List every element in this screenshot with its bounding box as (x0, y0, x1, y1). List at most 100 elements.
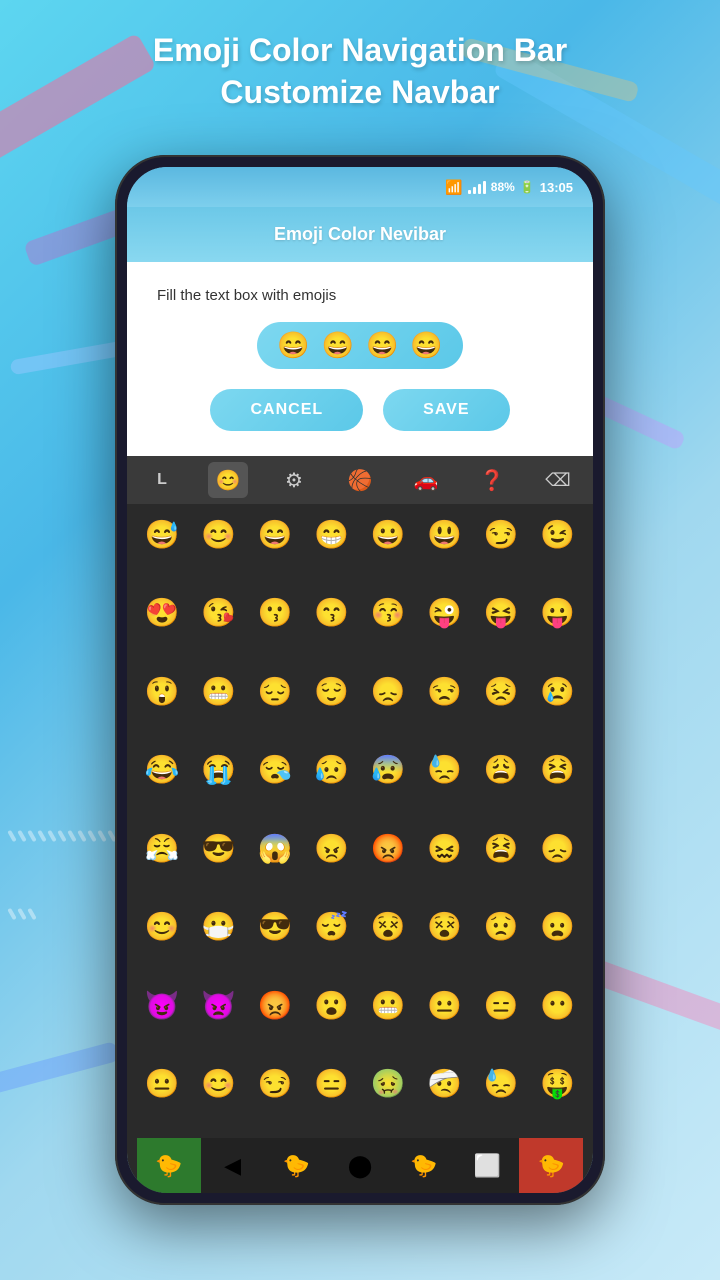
emoji-cell[interactable]: 😟 (474, 901, 529, 953)
emoji-cell[interactable]: 😦 (531, 901, 586, 953)
signal-icon (468, 180, 486, 194)
emoji-cell[interactable]: 😪 (248, 744, 303, 796)
keyboard-area: L 😊 ⚙ 🏀 🚗 ❓ ⌫ 😅 😊 😄 😁 😀 😃 😏 (127, 456, 593, 1193)
emoji-cell[interactable]: 😎 (248, 901, 303, 953)
emoji-cell[interactable]: 😰 (361, 744, 416, 796)
emoji-slot-4[interactable]: 😄 (410, 330, 442, 361)
emoji-cell[interactable]: 😒 (418, 665, 473, 717)
emoji-cell[interactable]: 😢 (531, 665, 586, 717)
emoji-cell[interactable]: 😈 (135, 979, 190, 1031)
emoji-cell[interactable]: 😊 (192, 508, 247, 560)
emoji-cell[interactable]: 😲 (135, 665, 190, 717)
emoji-cell[interactable]: 😚 (361, 587, 416, 639)
emoji-cell[interactable]: 😌 (305, 665, 360, 717)
nav-segment-7[interactable]: 🐤 (519, 1138, 583, 1193)
emoji-cell[interactable]: 😝 (474, 587, 529, 639)
emoji-cell[interactable]: 😁 (305, 508, 360, 560)
emoji-cell[interactable]: 😴 (305, 901, 360, 953)
emoji-input-box[interactable]: 😄 😄 😄 😄 (257, 322, 463, 369)
emoji-cell[interactable]: 😞 (531, 822, 586, 874)
emoji-cell[interactable]: 😜 (418, 587, 473, 639)
wifi-icon: 📶 (445, 179, 462, 196)
emoji-cell[interactable]: 😫 (474, 822, 529, 874)
keyboard-tab-letter[interactable]: L (142, 462, 182, 498)
status-bar: 📶 88% 🔋 13:05 (127, 167, 593, 207)
emoji-cell[interactable]: 😂 (135, 744, 190, 796)
emoji-cell[interactable]: 😉 (531, 508, 586, 560)
emoji-cell[interactable]: 😵 (418, 901, 473, 953)
phone-frame: 📶 88% 🔋 13:05 Emoji Color Nevibar (115, 155, 605, 1205)
emoji-cell[interactable]: 😊 (192, 1058, 247, 1110)
emoji-cell[interactable]: 😵 (361, 901, 416, 953)
emoji-cell[interactable]: 😭 (192, 744, 247, 796)
nav-segment-1[interactable]: 🐤 (137, 1138, 201, 1193)
emoji-cell[interactable]: 😐 (418, 979, 473, 1031)
emoji-cell[interactable]: 😑 (305, 1058, 360, 1110)
emoji-cell[interactable]: 😖 (418, 822, 473, 874)
emoji-cell[interactable]: 🤑 (531, 1058, 586, 1110)
app-header: Emoji Color Nevibar (127, 207, 593, 262)
emoji-cell[interactable]: 😍 (135, 587, 190, 639)
emoji-cell[interactable]: 😙 (305, 587, 360, 639)
emoji-cell[interactable]: 😓 (418, 744, 473, 796)
cancel-button[interactable]: CANCEL (210, 389, 363, 431)
emoji-cell[interactable]: 😗 (248, 587, 303, 639)
save-button[interactable]: SAVE (383, 389, 509, 431)
nav-home-button[interactable]: ⬤ (328, 1138, 392, 1193)
page-title: Emoji Color Navigation Bar Customize Nav… (0, 30, 720, 113)
emoji-slot-2[interactable]: 😄 (322, 330, 354, 361)
emoji-cell[interactable]: 😤 (135, 822, 190, 874)
nav-segment-back[interactable]: ◀ (201, 1138, 265, 1193)
emoji-cell[interactable]: 😑 (474, 979, 529, 1031)
emoji-cell[interactable]: 😬 (192, 665, 247, 717)
emoji-cell[interactable]: 😬 (361, 979, 416, 1031)
emoji-cell[interactable]: 😠 (305, 822, 360, 874)
emoji-cell[interactable]: 😛 (531, 587, 586, 639)
emoji-cell[interactable]: 😮 (305, 979, 360, 1031)
emoji-cell[interactable]: 😡 (248, 979, 303, 1031)
nav-segment-3[interactable]: 🐤 (264, 1138, 328, 1193)
emoji-slot-1[interactable]: 😄 (277, 330, 309, 361)
emoji-cell[interactable]: 😄 (248, 508, 303, 560)
emoji-cell[interactable]: 😷 (192, 901, 247, 953)
emoji-cell[interactable]: 😓 (474, 1058, 529, 1110)
emoji-cell[interactable]: 😱 (248, 822, 303, 874)
emoji-cell[interactable]: 😥 (305, 744, 360, 796)
keyboard-tab-sports[interactable]: 🏀 (340, 462, 380, 498)
emoji-grid: 😅 😊 😄 😁 😀 😃 😏 😉 😍 😘 😗 😙 😚 😜 😝 😛 (127, 504, 593, 1138)
emoji-cell[interactable]: 😞 (361, 665, 416, 717)
clock: 13:05 (540, 180, 573, 195)
dialog-prompt: Fill the text box with emojis (157, 287, 563, 304)
app-title: Emoji Color Nevibar (274, 224, 446, 245)
emoji-cell[interactable]: 😩 (474, 744, 529, 796)
emoji-cell[interactable]: 😏 (474, 508, 529, 560)
emoji-cell[interactable]: 😔 (248, 665, 303, 717)
emoji-cell[interactable]: 😅 (135, 508, 190, 560)
emoji-cell[interactable]: 🤢 (361, 1058, 416, 1110)
emoji-cell[interactable]: 👿 (192, 979, 247, 1031)
battery-icon: 🔋 (520, 180, 535, 194)
emoji-cell[interactable]: 😎 (192, 822, 247, 874)
keyboard-tab-transport[interactable]: 🚗 (406, 462, 446, 498)
emoji-cell[interactable]: 😏 (248, 1058, 303, 1110)
emoji-cell[interactable]: 😫 (531, 744, 586, 796)
nav-segment-5[interactable]: 🐤 (392, 1138, 456, 1193)
keyboard-tab-smiley[interactable]: 😊 (208, 462, 248, 498)
emoji-cell[interactable]: 😣 (474, 665, 529, 717)
emoji-cell[interactable]: 😀 (361, 508, 416, 560)
nav-bar: 🐤 ◀ 🐤 ⬤ 🐤 ⬜ 🐤 (127, 1138, 593, 1193)
keyboard-backspace[interactable]: ⌫ (538, 462, 578, 498)
emoji-slot-3[interactable]: 😄 (366, 330, 398, 361)
emoji-cell[interactable]: 😘 (192, 587, 247, 639)
keyboard-tab-settings[interactable]: ⚙ (274, 462, 314, 498)
emoji-cell[interactable]: 🤕 (418, 1058, 473, 1110)
emoji-cell[interactable]: 😐 (135, 1058, 190, 1110)
dialog-area: Fill the text box with emojis 😄 😄 😄 😄 CA… (127, 262, 593, 456)
emoji-cell[interactable]: 😡 (361, 822, 416, 874)
emoji-cell[interactable]: 😃 (418, 508, 473, 560)
emoji-cell[interactable]: 😊 (135, 901, 190, 953)
nav-recent-button[interactable]: ⬜ (456, 1138, 520, 1193)
emoji-input-row[interactable]: 😄 😄 😄 😄 (157, 322, 563, 369)
keyboard-tab-misc[interactable]: ❓ (472, 462, 512, 498)
emoji-cell[interactable]: 😶 (531, 979, 586, 1031)
